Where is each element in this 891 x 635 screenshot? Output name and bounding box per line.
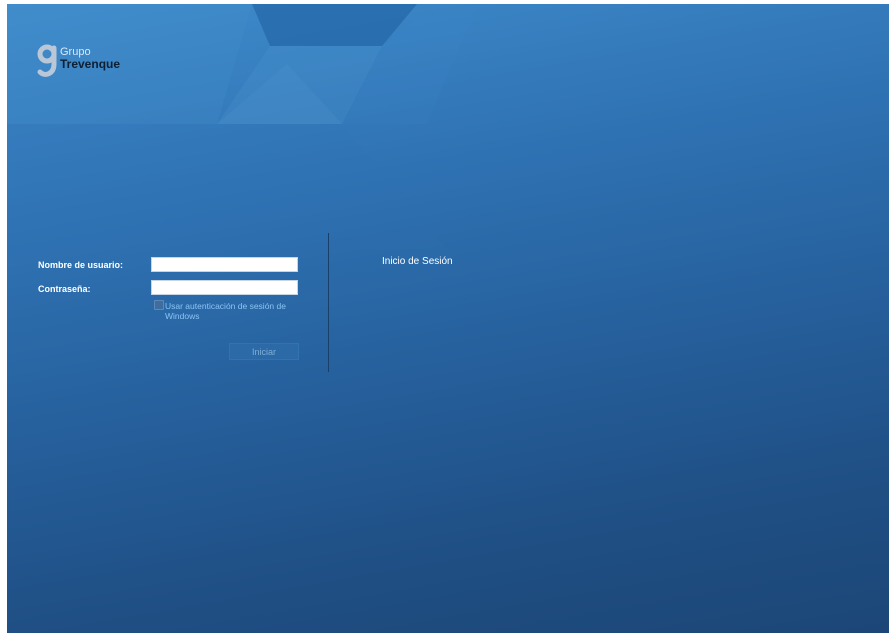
page-title: Inicio de Sesión [382,256,453,267]
username-label: Nombre de usuario: [38,260,124,270]
logo-text-trevenque: Trevenque [60,57,121,71]
login-page: Grupo Trevenque Nombre de usuario: Contr… [7,4,889,633]
background-decoration [7,4,477,249]
username-input[interactable] [151,257,298,272]
vertical-divider [328,233,329,372]
password-label: Contraseña: [38,284,91,294]
company-logo: Grupo Trevenque [37,44,147,80]
password-input[interactable] [151,280,298,295]
windows-auth-label[interactable]: Usar autenticación de sesión de Windows [165,301,305,321]
login-button[interactable]: Iniciar [229,343,299,360]
windows-auth-checkbox[interactable] [154,300,164,310]
logo-g-icon [37,44,57,77]
